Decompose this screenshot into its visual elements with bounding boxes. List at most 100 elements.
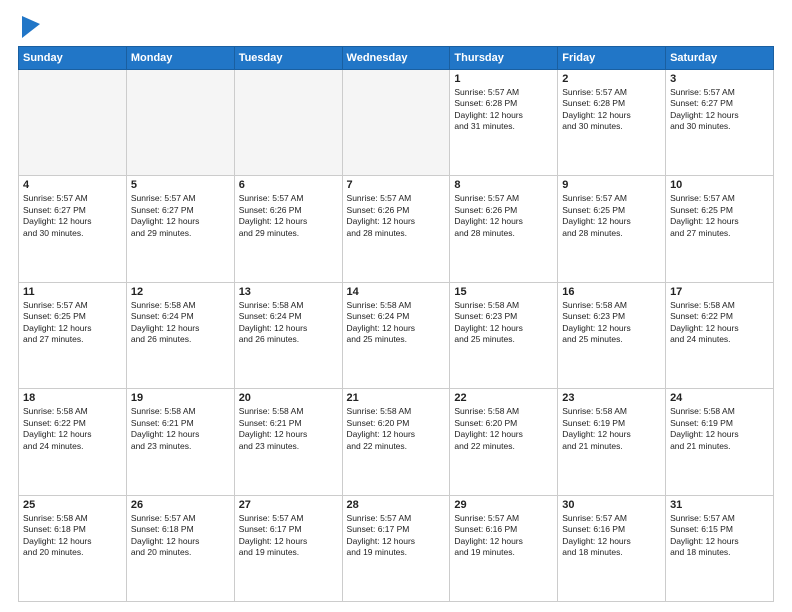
calendar-cell: 12Sunrise: 5:58 AM Sunset: 6:24 PM Dayli…: [126, 282, 234, 388]
calendar-cell: 21 Sunrise: 5:58 AM Sunset: 6:20 PM Dayli…: [342, 389, 450, 495]
day-number: 24: [670, 392, 769, 404]
logo-icon: [22, 16, 40, 38]
calendar-cell: [234, 70, 342, 176]
calendar-cell: 27 Sunrise: 5:57 AM Sunset: 6:17 PM Dayli…: [234, 495, 342, 601]
day-info: Sunrise: 5:57 AM Sunset: 6:28 PM Dayligh…: [454, 87, 553, 133]
weekday-friday: Friday: [558, 47, 666, 70]
calendar-cell: 9Sunrise: 5:57 AM Sunset: 6:25 PM Daylig…: [558, 176, 666, 282]
day-number: 23: [562, 392, 661, 404]
logo: [18, 20, 40, 38]
calendar-cell: 28Sunrise: 5:57 AM Sunset: 6:17 PM Dayli…: [342, 495, 450, 601]
day-number: 30: [562, 499, 661, 511]
calendar-cell: 4Sunrise: 5:57 AM Sunset: 6:27 PM Daylig…: [19, 176, 127, 282]
day-info: Sunrise: 5:58 AM Sunset: 6:20 PM Dayligh…: [454, 406, 553, 452]
day-number: 31: [670, 499, 769, 511]
day-number: 17: [670, 286, 769, 298]
day-info: Sunrise: 5:58 AM Sunset: 6:22 PM Dayligh…: [23, 406, 122, 452]
day-number: 29: [454, 499, 553, 511]
week-row-1: 4 Sunrise: 5:57 AM Sunset: 6:27 PM Daylig…: [19, 176, 774, 282]
day-number: 7: [347, 179, 446, 191]
calendar-cell: 14 Sunrise: 5:58 AM Sunset: 6:24 PM Dayli…: [342, 282, 450, 388]
calendar-cell: 22 Sunrise: 5:58 AM Sunset: 6:20 PM Dayli…: [450, 389, 558, 495]
calendar-cell: 26Sunrise: 5:57 AM Sunset: 6:18 PM Dayli…: [126, 495, 234, 601]
day-info: Sunrise: 5:58 AM Sunset: 6:18 PM Dayligh…: [23, 513, 122, 559]
calendar-cell: 25 Sunrise: 5:58 AM Sunset: 6:18 PM Dayli…: [19, 495, 127, 601]
calendar-cell: 1 Sunrise: 5:57 AM Sunset: 6:28 PM Daylig…: [450, 70, 558, 176]
day-info: Sunrise: 5:57 AM Sunset: 6:25 PM Dayligh…: [670, 193, 769, 239]
calendar-cell: 23 Sunrise: 5:58 AM Sunset: 6:19 PM Dayli…: [558, 389, 666, 495]
weekday-wednesday: Wednesday: [342, 47, 450, 70]
day-number: 1: [454, 73, 553, 85]
calendar-cell: 24 Sunrise: 5:58 AM Sunset: 6:19 PM Dayli…: [666, 389, 774, 495]
day-number: 22: [454, 392, 553, 404]
day-info: Sunrise: 5:57 AM Sunset: 6:17 PM Dayligh…: [239, 513, 338, 559]
week-row-0: 1 Sunrise: 5:57 AM Sunset: 6:28 PM Daylig…: [19, 70, 774, 176]
day-info: Sunrise: 5:57 AM Sunset: 6:25 PM Dayligh…: [23, 300, 122, 346]
day-number: 14: [347, 286, 446, 298]
day-info: Sunrise: 5:57 AM Sunset: 6:16 PM Dayligh…: [562, 513, 661, 559]
day-info: Sunrise: 5:57 AM Sunset: 6:26 PM Dayligh…: [454, 193, 553, 239]
day-number: 15: [454, 286, 553, 298]
calendar-cell: 3 Sunrise: 5:57 AM Sunset: 6:27 PM Daylig…: [666, 70, 774, 176]
header: [18, 16, 774, 38]
day-number: 4: [23, 179, 122, 191]
day-number: 13: [239, 286, 338, 298]
weekday-monday: Monday: [126, 47, 234, 70]
calendar-cell: 2 Sunrise: 5:57 AM Sunset: 6:28 PM Daylig…: [558, 70, 666, 176]
day-number: 3: [670, 73, 769, 85]
weekday-header-row: SundayMondayTuesdayWednesdayThursdayFrid…: [19, 47, 774, 70]
calendar-cell: 29 Sunrise: 5:57 AM Sunset: 6:16 PM Dayli…: [450, 495, 558, 601]
day-number: 25: [23, 499, 122, 511]
day-info: Sunrise: 5:57 AM Sunset: 6:16 PM Dayligh…: [454, 513, 553, 559]
week-row-3: 18 Sunrise: 5:58 AM Sunset: 6:22 PM Dayli…: [19, 389, 774, 495]
day-info: Sunrise: 5:57 AM Sunset: 6:26 PM Dayligh…: [347, 193, 446, 239]
weekday-saturday: Saturday: [666, 47, 774, 70]
day-info: Sunrise: 5:57 AM Sunset: 6:15 PM Dayligh…: [670, 513, 769, 559]
day-number: 16: [562, 286, 661, 298]
day-info: Sunrise: 5:58 AM Sunset: 6:19 PM Dayligh…: [562, 406, 661, 452]
week-row-2: 11Sunrise: 5:57 AM Sunset: 6:25 PM Dayli…: [19, 282, 774, 388]
page: SundayMondayTuesdayWednesdayThursdayFrid…: [0, 0, 792, 612]
calendar-cell: 17 Sunrise: 5:58 AM Sunset: 6:22 PM Dayli…: [666, 282, 774, 388]
calendar-cell: 13 Sunrise: 5:58 AM Sunset: 6:24 PM Dayli…: [234, 282, 342, 388]
day-info: Sunrise: 5:58 AM Sunset: 6:23 PM Dayligh…: [562, 300, 661, 346]
day-info: Sunrise: 5:58 AM Sunset: 6:19 PM Dayligh…: [670, 406, 769, 452]
day-info: Sunrise: 5:58 AM Sunset: 6:22 PM Dayligh…: [670, 300, 769, 346]
day-info: Sunrise: 5:58 AM Sunset: 6:23 PM Dayligh…: [454, 300, 553, 346]
day-number: 19: [131, 392, 230, 404]
day-info: Sunrise: 5:57 AM Sunset: 6:26 PM Dayligh…: [239, 193, 338, 239]
day-info: Sunrise: 5:57 AM Sunset: 6:27 PM Dayligh…: [670, 87, 769, 133]
calendar-cell: 7 Sunrise: 5:57 AM Sunset: 6:26 PM Daylig…: [342, 176, 450, 282]
day-info: Sunrise: 5:58 AM Sunset: 6:20 PM Dayligh…: [347, 406, 446, 452]
calendar-cell: 20 Sunrise: 5:58 AM Sunset: 6:21 PM Dayli…: [234, 389, 342, 495]
day-info: Sunrise: 5:57 AM Sunset: 6:18 PM Dayligh…: [131, 513, 230, 559]
day-number: 10: [670, 179, 769, 191]
day-number: 2: [562, 73, 661, 85]
week-row-4: 25 Sunrise: 5:58 AM Sunset: 6:18 PM Dayli…: [19, 495, 774, 601]
day-info: Sunrise: 5:57 AM Sunset: 6:27 PM Dayligh…: [131, 193, 230, 239]
day-number: 20: [239, 392, 338, 404]
day-number: 21: [347, 392, 446, 404]
day-info: Sunrise: 5:58 AM Sunset: 6:21 PM Dayligh…: [239, 406, 338, 452]
calendar-table: SundayMondayTuesdayWednesdayThursdayFrid…: [18, 46, 774, 602]
calendar-cell: [126, 70, 234, 176]
day-number: 18: [23, 392, 122, 404]
day-info: Sunrise: 5:57 AM Sunset: 6:28 PM Dayligh…: [562, 87, 661, 133]
calendar-cell: 16 Sunrise: 5:58 AM Sunset: 6:23 PM Dayli…: [558, 282, 666, 388]
weekday-sunday: Sunday: [19, 47, 127, 70]
day-info: Sunrise: 5:58 AM Sunset: 6:24 PM Dayligh…: [239, 300, 338, 346]
day-number: 28: [347, 499, 446, 511]
calendar-cell: [19, 70, 127, 176]
day-number: 8: [454, 179, 553, 191]
day-info: Sunrise: 5:58 AM Sunset: 6:24 PM Dayligh…: [347, 300, 446, 346]
calendar-cell: 8 Sunrise: 5:57 AM Sunset: 6:26 PM Daylig…: [450, 176, 558, 282]
calendar-cell: 30 Sunrise: 5:57 AM Sunset: 6:16 PM Dayli…: [558, 495, 666, 601]
day-info: Sunrise: 5:58 AM Sunset: 6:24 PM Dayligh…: [131, 300, 230, 346]
calendar-cell: [342, 70, 450, 176]
weekday-tuesday: Tuesday: [234, 47, 342, 70]
day-number: 27: [239, 499, 338, 511]
calendar-cell: 19Sunrise: 5:58 AM Sunset: 6:21 PM Dayli…: [126, 389, 234, 495]
calendar-cell: 15 Sunrise: 5:58 AM Sunset: 6:23 PM Dayli…: [450, 282, 558, 388]
calendar-cell: 5Sunrise: 5:57 AM Sunset: 6:27 PM Daylig…: [126, 176, 234, 282]
weekday-thursday: Thursday: [450, 47, 558, 70]
